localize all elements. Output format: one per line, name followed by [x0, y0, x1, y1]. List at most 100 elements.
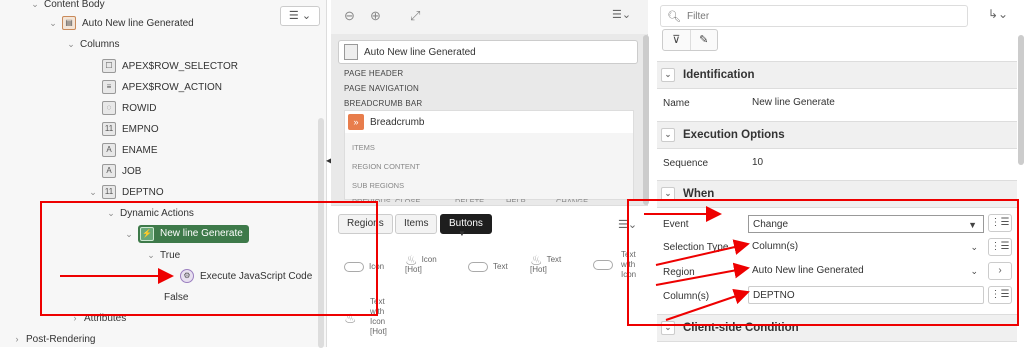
- chevron-down-icon[interactable]: ⌄: [661, 187, 675, 201]
- rendering-tree: ⌄ Content Body ⌄ ▤ Auto New line Generated …: [0, 0, 327, 347]
- goto-icon[interactable]: ↳⌄: [988, 7, 1008, 21]
- chevron-down-icon[interactable]: ⌄: [106, 208, 116, 219]
- event-select[interactable]: Change ▼: [748, 215, 984, 233]
- button-pill-icon: [468, 262, 488, 272]
- gallery-item-text-with-icon-hot[interactable]: ♨ Text with Icon [Hot]: [344, 297, 394, 337]
- tree-node-columns[interactable]: ⌄ Columns: [66, 35, 119, 53]
- tree-scrollbar[interactable]: [318, 118, 324, 348]
- position-label: PAGE NAVIGATION: [344, 84, 420, 93]
- gallery-item-text-hot[interactable]: ♨ Text [Hot]: [530, 252, 580, 275]
- list-icon[interactable]: ⋮☰: [988, 238, 1012, 256]
- property-scrollbar[interactable]: [1018, 35, 1024, 165]
- section-title: When: [683, 188, 715, 200]
- tree-node-label: APEX$ROW_SELECTOR: [122, 60, 238, 72]
- tree-node-action[interactable]: ⚙ Execute JavaScript Code: [180, 267, 312, 285]
- tree-node-dynamic-action[interactable]: ⌄ ⚡ New line Generate: [124, 225, 249, 243]
- chevron-down-icon[interactable]: ⌄: [48, 18, 58, 29]
- chevron-down-icon[interactable]: ⌄: [88, 187, 98, 198]
- tree-node-label: Attributes: [84, 312, 127, 324]
- tree-node-attributes[interactable]: › Attributes: [70, 309, 127, 327]
- chevron-down-icon[interactable]: ⌄: [661, 128, 675, 142]
- tab-items[interactable]: Items: [395, 214, 438, 234]
- gallery-item-icon[interactable]: Icon: [344, 262, 384, 272]
- tree-node-label: New line Generate: [160, 228, 243, 239]
- tree-node-region[interactable]: ⌄ ▤ Auto New line Generated: [48, 14, 194, 32]
- region-label: Region: [663, 267, 695, 278]
- tree-node-label: APEX$ROW_ACTION: [122, 81, 223, 93]
- tree-node-true[interactable]: ⌄ True: [146, 246, 180, 264]
- goto-region-button[interactable]: ›: [988, 262, 1012, 280]
- gallery-item-icon-hot[interactable]: ♨ Icon [Hot]: [405, 252, 455, 275]
- sequence-field[interactable]: 10: [748, 154, 984, 172]
- tree-node-column[interactable]: A JOB: [102, 162, 141, 180]
- menu-icon[interactable]: ☰⌄: [618, 218, 637, 231]
- menu-icon[interactable]: ☰⌄: [612, 8, 631, 21]
- tree-node-content-body[interactable]: ⌄ Content Body: [30, 0, 105, 13]
- sequence-label: Sequence: [663, 158, 709, 169]
- tree-node-column[interactable]: ⌄ 11 DEPTNO: [88, 183, 164, 201]
- name-field[interactable]: New line Generate: [748, 94, 984, 112]
- tree-node-label: Dynamic Actions: [120, 207, 194, 219]
- section-when[interactable]: ⌄ When: [657, 180, 1017, 208]
- tree-node-label: DEPTNO: [122, 186, 164, 198]
- hot-icon: ♨: [344, 310, 357, 326]
- region-icon: ▤: [62, 16, 76, 30]
- region-select[interactable]: Auto New line Generated ⌄: [748, 262, 984, 280]
- tree-node-label: JOB: [122, 165, 142, 177]
- event-value: Change: [753, 219, 789, 230]
- breadcrumb-item[interactable]: » Breadcrumb: [345, 111, 633, 133]
- columns-field[interactable]: DEPTNO: [748, 286, 984, 304]
- button-position-label: CLOSE: [395, 197, 421, 202]
- action-column-icon: ≡: [102, 80, 116, 94]
- name-label: Name: [663, 98, 690, 109]
- chevron-down-icon[interactable]: ⌄: [30, 0, 40, 10]
- section-execution-options[interactable]: ⌄ Execution Options: [657, 121, 1017, 149]
- chevron-down-icon[interactable]: ⌄: [661, 68, 675, 82]
- hot-icon: ♨: [405, 252, 418, 268]
- page-item-label: Auto New line Generated: [364, 46, 476, 58]
- tree-node-column[interactable]: A ENAME: [102, 141, 158, 159]
- chevron-right-icon[interactable]: ›: [12, 334, 22, 344]
- breadcrumb-label: Breadcrumb: [370, 116, 425, 128]
- filter-input[interactable]: 🔍︎ Filter: [660, 5, 968, 27]
- filter-placeholder: Filter: [686, 10, 710, 22]
- list-icon[interactable]: ⋮☰: [988, 214, 1012, 232]
- page-item[interactable]: Auto New line Generated: [338, 40, 638, 64]
- gallery-item-text-with-icon[interactable]: Text with Icon: [593, 250, 643, 280]
- tree-node-column[interactable]: ☐ APEX$ROW_SELECTOR: [102, 57, 238, 75]
- tree-node-label: False: [164, 291, 189, 303]
- tree-node-dynamic-actions[interactable]: ⌄ Dynamic Actions: [106, 204, 194, 222]
- section-client-side-condition[interactable]: ⌄ Client-side Condition: [657, 314, 1017, 342]
- expand-icon[interactable]: ⤢: [410, 8, 420, 24]
- tree-node-post-rendering[interactable]: › Post-Rendering: [12, 330, 96, 347]
- chevron-down-icon[interactable]: ⌄: [146, 250, 156, 261]
- filter-icon[interactable]: ⊽: [663, 30, 691, 50]
- tab-regions[interactable]: Regions: [338, 214, 393, 234]
- chevron-down-icon[interactable]: ⌄: [66, 39, 76, 50]
- tree-node-column[interactable]: 11 EMPNO: [102, 120, 159, 138]
- button-position-label: CHANGE: [556, 197, 589, 202]
- chevron-down-icon[interactable]: ⌄: [124, 229, 134, 240]
- edit-icon[interactable]: ✎: [691, 30, 718, 50]
- chevron-right-icon[interactable]: ›: [70, 313, 80, 323]
- gallery-item-text[interactable]: Text: [468, 262, 508, 272]
- active-tab-indicator-icon: ▼: [458, 229, 466, 238]
- search-icon: 🔍︎: [667, 10, 681, 23]
- tree-node-column[interactable]: ≡ APEX$ROW_ACTION: [102, 78, 222, 96]
- zoom-in-icon[interactable]: ⊕: [370, 8, 381, 24]
- list-icon[interactable]: ⋮☰: [988, 286, 1012, 304]
- gear-icon: ⚙: [180, 269, 194, 283]
- zoom-out-icon[interactable]: ⊖: [344, 8, 355, 24]
- chevron-down-icon[interactable]: ⌄: [661, 321, 675, 335]
- hot-icon: ♨: [530, 252, 543, 268]
- tree-menu-button[interactable]: ☰ ⌄: [280, 6, 320, 26]
- tree-node-label: Content Body: [44, 0, 105, 10]
- dropdown-icon: ▼: [968, 220, 977, 230]
- selection-type-select[interactable]: Column(s) ⌄: [748, 238, 984, 256]
- tree-node-label: EMPNO: [122, 123, 159, 135]
- tab-buttons[interactable]: Buttons: [440, 214, 492, 234]
- section-identification[interactable]: ⌄ Identification: [657, 61, 1017, 89]
- tree-node-column[interactable]: ◌ ROWID: [102, 99, 156, 117]
- selected-node[interactable]: ⚡ New line Generate: [138, 225, 249, 243]
- tree-node-false[interactable]: False: [164, 288, 188, 306]
